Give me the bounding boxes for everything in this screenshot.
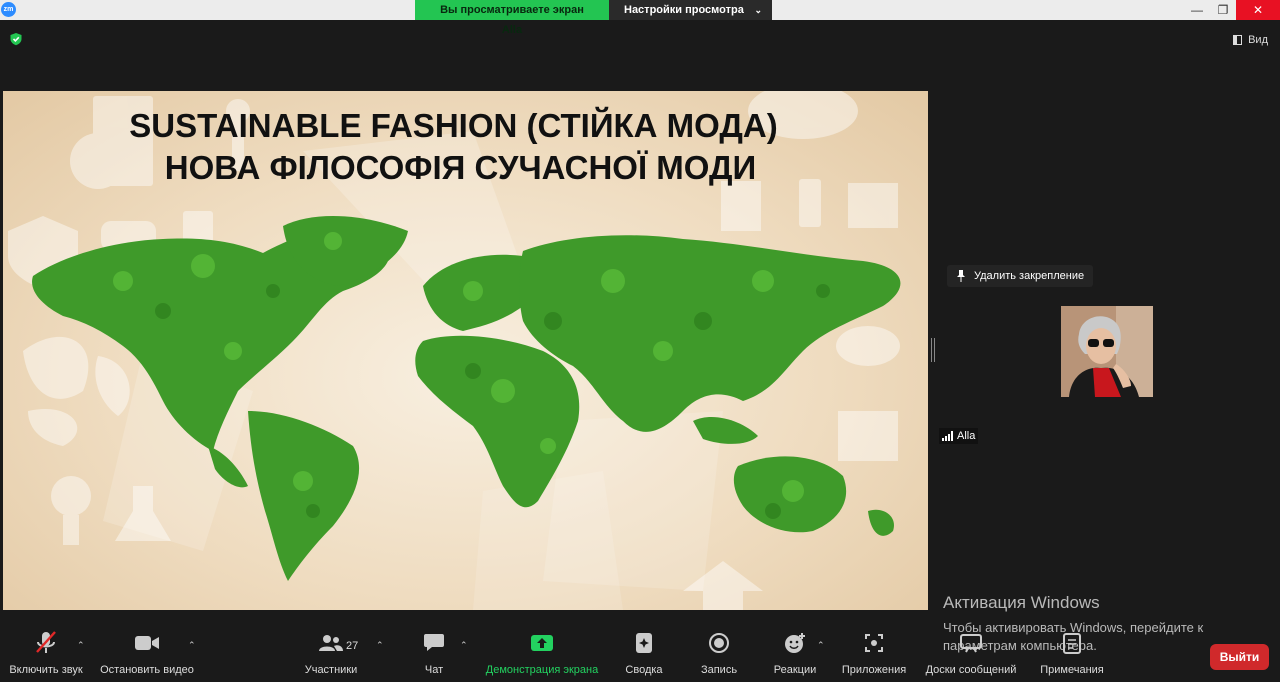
reactions-options-caret-icon[interactable]: ⌃: [817, 640, 825, 651]
slide-title-line-1: SUSTAINABLE FASHION (СТІЙКА МОДА): [129, 107, 778, 144]
whiteboards-button[interactable]: Доски сообщений: [923, 628, 1019, 682]
ai-summary-icon: [636, 633, 652, 653]
notes-label: Примечания: [1040, 664, 1104, 676]
reactions-button[interactable]: Реакции: [771, 628, 819, 682]
summary-button[interactable]: Сводка: [622, 628, 666, 682]
participants-button[interactable]: Участники: [300, 628, 362, 682]
participant-name: Alla: [957, 430, 976, 442]
apps-button[interactable]: Приложения: [839, 628, 909, 682]
view-options-dropdown[interactable]: Настройки просмотра ⌄: [609, 0, 772, 20]
pin-icon: [957, 270, 965, 282]
unpin-label: Удалить закрепление: [974, 270, 1085, 282]
window-controls: — ❐ ✕: [1184, 0, 1280, 20]
sharing-status-text: Вы просматриваете экран Alla: [415, 0, 609, 36]
panel-resize-handle[interactable]: [931, 338, 935, 362]
participants-options-caret-icon[interactable]: ⌃: [376, 640, 384, 651]
reactions-label: Реакции: [773, 664, 817, 676]
emoji-reaction-icon: [785, 633, 805, 653]
share-screen-icon: [531, 635, 553, 651]
chat-options-caret-icon[interactable]: ⌃: [460, 640, 468, 651]
title-bar: zm Вы просматриваете экран Alla Настройк…: [0, 0, 1280, 36]
layout-grid-icon: [1233, 35, 1243, 45]
participant-video-tile[interactable]: [1061, 306, 1153, 397]
participants-count-badge: 27: [346, 640, 359, 652]
whiteboards-label: Доски сообщений: [925, 664, 1017, 676]
minimize-button[interactable]: —: [1184, 0, 1210, 20]
audio-options-caret-icon[interactable]: ⌃: [77, 640, 85, 651]
notes-button[interactable]: Примечания: [1038, 628, 1106, 682]
close-button[interactable]: ✕: [1236, 0, 1280, 20]
stop-video-label: Остановить видео: [100, 664, 194, 676]
view-options-label: Настройки просмотра: [624, 4, 744, 16]
screen-share-banner: Вы просматриваете экран Alla Настройки п…: [415, 0, 772, 36]
chevron-down-icon: ⌄: [754, 5, 762, 15]
share-screen-label: Демонстрация экрана: [485, 664, 599, 676]
record-icon: [709, 633, 729, 653]
zoom-logo-icon: zm: [1, 2, 16, 17]
share-screen-button[interactable]: Демонстрация экрана: [483, 628, 601, 682]
muted-microphone-icon: [36, 631, 56, 653]
summary-label: Сводка: [625, 664, 663, 676]
unmute-label: Включить звук: [9, 664, 83, 676]
chat-bubble-icon: [424, 634, 444, 651]
apps-label: Приложения: [841, 664, 907, 676]
participant-avatar: [1061, 306, 1153, 397]
activation-title: Активация Windows: [943, 593, 1100, 612]
unmute-button[interactable]: Включить звук: [6, 628, 86, 682]
participant-name-tag: Alla: [939, 428, 979, 444]
apps-icon: [865, 634, 883, 652]
meeting-toolbar: Включить звук ⌃ Остановить видео ⌃ Участ…: [0, 628, 1280, 682]
leave-meeting-button[interactable]: Выйти: [1210, 644, 1269, 670]
zoom-meeting-window: zm Вы просматриваете экран Alla Настройк…: [0, 0, 1280, 682]
notes-icon: [1063, 633, 1081, 654]
connection-signal-icon: [942, 431, 953, 441]
record-button[interactable]: Запись: [698, 628, 740, 682]
view-layout-label: Вид: [1248, 34, 1268, 46]
video-camera-icon: [135, 636, 159, 650]
chat-label: Чат: [424, 664, 444, 676]
participants-label: Участники: [304, 664, 358, 676]
view-layout-button[interactable]: Вид: [1233, 30, 1268, 50]
encryption-shield-icon[interactable]: [9, 32, 23, 46]
whiteboard-icon: [960, 634, 982, 653]
record-label: Запись: [700, 664, 738, 676]
chat-button[interactable]: Чат: [418, 628, 450, 682]
shared-screen: SUSTAINABLE FASHION (СТІЙКА МОДА) НОВА Ф…: [3, 91, 928, 610]
restore-button[interactable]: ❐: [1210, 0, 1236, 20]
slide-title-line-2: НОВА ФІЛОСОФІЯ СУЧАСНОЇ МОДИ: [164, 149, 757, 186]
unpin-video-button[interactable]: Удалить закрепление: [947, 265, 1094, 287]
stop-video-button[interactable]: Остановить видео: [98, 628, 196, 682]
participants-icon: [319, 635, 343, 651]
video-options-caret-icon[interactable]: ⌃: [188, 640, 196, 651]
